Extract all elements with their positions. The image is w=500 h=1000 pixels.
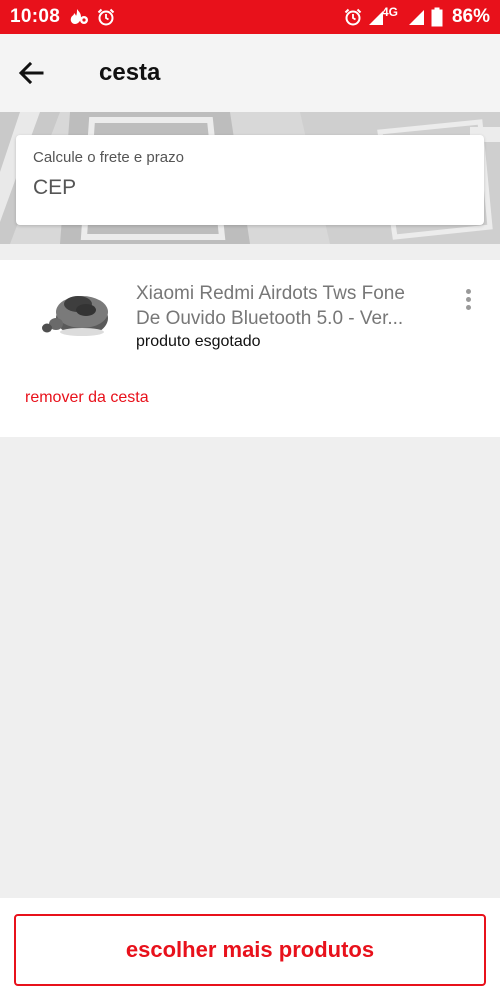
product-status: produto esgotado <box>136 333 261 350</box>
shipping-label: Calcule o frete e prazo <box>33 149 184 166</box>
status-left-icons <box>70 8 115 26</box>
cart-item: Xiaomi Redmi Airdots Tws Fone De Ouvido … <box>0 260 500 437</box>
product-name[interactable]: Xiaomi Redmi Airdots Tws Fone De Ouvido … <box>136 281 436 331</box>
menu-dot <box>465 304 471 310</box>
more-vertical-icon[interactable] <box>456 284 480 314</box>
cep-input[interactable] <box>33 176 467 200</box>
app-header: cesta <box>0 34 500 112</box>
page-title: cesta <box>99 59 161 86</box>
back-button[interactable] <box>0 34 62 112</box>
signal-icon <box>408 8 426 26</box>
status-bar: 10:08 4G 86% <box>0 0 500 34</box>
alarm-icon <box>97 8 115 26</box>
menu-dot <box>465 296 471 302</box>
battery-icon <box>431 7 443 27</box>
fire-icon <box>70 8 90 26</box>
menu-dot <box>465 288 471 294</box>
signal-icon: 4G <box>367 5 403 27</box>
status-time: 10:08 <box>10 6 61 27</box>
product-name-line-1: Xiaomi Redmi Airdots Tws Fone <box>136 283 405 304</box>
alarm-icon <box>344 8 362 26</box>
remove-from-cart-link[interactable]: remover da cesta <box>25 389 149 407</box>
choose-more-products-button[interactable]: escolher mais produtos <box>14 914 486 986</box>
battery-percent: 86% <box>451 6 490 27</box>
cep-card: Calcule o frete e prazo <box>16 135 484 225</box>
product-image[interactable] <box>38 280 110 352</box>
status-right-icons: 4G 86% <box>344 5 490 28</box>
bottom-bar: escolher mais produtos <box>0 898 500 1000</box>
earbuds-image <box>42 296 108 336</box>
network-type: 4G <box>381 5 398 19</box>
product-name-line-2: De Ouvido Bluetooth 5.0 - Ver... <box>136 308 404 329</box>
arrow-left-icon <box>18 61 44 85</box>
